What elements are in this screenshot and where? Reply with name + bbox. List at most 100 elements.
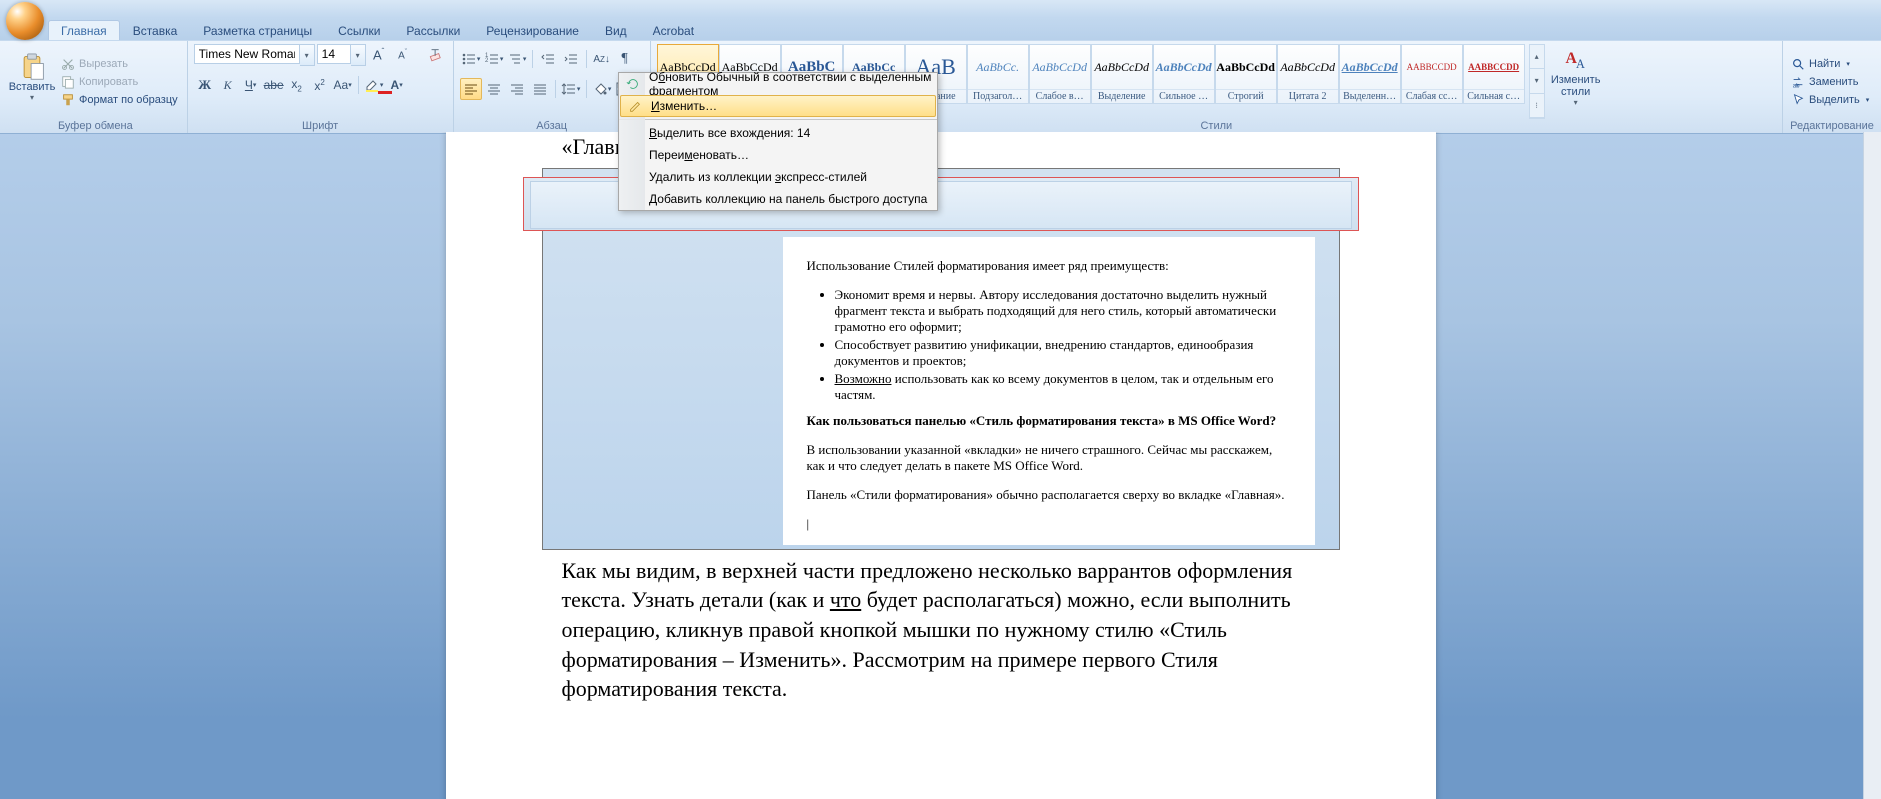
group-editing: Найти▾ ab Заменить Выделить▾ Редактирова… bbox=[1783, 41, 1881, 133]
strike-button[interactable]: abe bbox=[263, 74, 285, 96]
numbering-icon: 12 bbox=[484, 51, 500, 67]
group-label-clipboard: Буфер обмена bbox=[10, 119, 181, 133]
search-icon bbox=[1791, 57, 1805, 71]
cut-button[interactable]: Вырезать bbox=[58, 56, 181, 72]
subscript-button[interactable]: x2 bbox=[286, 74, 308, 96]
copy-icon bbox=[61, 75, 75, 89]
gallery-down-button[interactable]: ▾ bbox=[1530, 69, 1544, 93]
copy-button[interactable]: Копировать bbox=[58, 74, 181, 90]
underline-button[interactable]: Ч▾ bbox=[240, 74, 262, 96]
grow-font-button[interactable]: Aˆ bbox=[368, 44, 390, 66]
office-orb-button[interactable] bbox=[6, 2, 44, 40]
group-clipboard: Вставить ▾ Вырезать Копировать Формат по… bbox=[4, 41, 188, 133]
group-label-paragraph: Абзац bbox=[460, 119, 644, 133]
document-viewport[interactable]: «Главная». Использование Стилей форматир… bbox=[0, 132, 1881, 799]
style-item[interactable]: AaBbCcDdЦитата 2 bbox=[1277, 44, 1339, 104]
ribbon: Вставить ▾ Вырезать Копировать Формат по… bbox=[0, 40, 1881, 134]
gallery-more-button[interactable]: ⁝ bbox=[1530, 94, 1544, 118]
select-button[interactable]: Выделить▾ bbox=[1789, 92, 1871, 108]
paste-label: Вставить bbox=[9, 81, 56, 93]
context-menu-item[interactable]: Выделить все вхождения: 14 bbox=[619, 122, 937, 144]
shading-button[interactable]: ▾ bbox=[591, 78, 613, 100]
ribbon-tabs: ГлавнаяВставкаРазметка страницыСсылкиРас… bbox=[0, 18, 1881, 40]
align-right-button[interactable] bbox=[506, 78, 528, 100]
justify-button[interactable] bbox=[529, 78, 551, 100]
vertical-scrollbar[interactable] bbox=[1863, 132, 1881, 799]
chevron-down-icon[interactable]: ▾ bbox=[351, 44, 366, 66]
font-size-combo[interactable]: ▾ bbox=[317, 44, 366, 66]
eraser-icon bbox=[428, 47, 444, 63]
multilevel-button[interactable]: ▾ bbox=[506, 48, 528, 70]
tab-главная[interactable]: Главная bbox=[48, 20, 120, 40]
style-item[interactable]: AABBCCDDСлабая сс… bbox=[1401, 44, 1463, 104]
tab-ссылки[interactable]: Ссылки bbox=[325, 20, 393, 40]
find-button[interactable]: Найти▾ bbox=[1789, 56, 1871, 72]
chevron-down-icon[interactable]: ▾ bbox=[300, 44, 315, 66]
context-menu-item[interactable]: Обновить Обычный в соответствии с выделе… bbox=[619, 73, 937, 95]
inner-list: Экономит время и нервы. Автору исследова… bbox=[807, 287, 1291, 403]
inner-lead: Использование Стилей форматирования имее… bbox=[807, 258, 1291, 274]
change-case-button[interactable]: Aa▾ bbox=[332, 74, 354, 96]
style-item[interactable]: AaBbCcDdВыделенн… bbox=[1339, 44, 1401, 104]
inner-p1: В использовании указанной «вкладки» не н… bbox=[807, 442, 1291, 474]
align-left-icon bbox=[463, 81, 479, 97]
font-color-button[interactable]: A▾ bbox=[386, 74, 408, 96]
font-family-input[interactable] bbox=[194, 44, 300, 64]
shrink-font-button[interactable]: Aˇ bbox=[392, 44, 414, 66]
style-item[interactable]: AABBCCDDСильная с… bbox=[1463, 44, 1525, 104]
align-center-icon bbox=[486, 81, 502, 97]
title-bar bbox=[0, 0, 1881, 18]
tab-acrobat[interactable]: Acrobat bbox=[640, 20, 707, 40]
context-menu-item[interactable]: Удалить из коллекции экспресс-стилей bbox=[619, 166, 937, 188]
style-item[interactable]: AaBbCcDdСтрогий bbox=[1215, 44, 1277, 104]
highlight-color-button[interactable]: ▾ bbox=[363, 74, 385, 96]
clear-formatting-button[interactable] bbox=[425, 44, 447, 66]
change-styles-button[interactable]: A A Изменить стили ▾ bbox=[1549, 44, 1603, 110]
style-item[interactable]: AaBbCcDdСильное … bbox=[1153, 44, 1215, 104]
style-context-menu[interactable]: Обновить Обычный в соответствии с выделе… bbox=[618, 72, 938, 211]
show-marks-button[interactable]: ¶ bbox=[614, 48, 636, 70]
page: «Главная». Использование Стилей форматир… bbox=[446, 132, 1436, 799]
change-styles-label: Изменить стили bbox=[1549, 75, 1603, 98]
align-left-button[interactable] bbox=[460, 78, 482, 100]
style-item[interactable]: AaBbCcDdСлабое в… bbox=[1029, 44, 1091, 104]
bullets-button[interactable]: ▾ bbox=[460, 48, 482, 70]
embedded-screenshot: Использование Стилей форматирования имее… bbox=[542, 168, 1340, 550]
context-menu-item[interactable]: Изменить… bbox=[620, 95, 936, 117]
tab-рецензирование[interactable]: Рецензирование bbox=[473, 20, 592, 40]
brush-icon bbox=[61, 93, 75, 107]
italic-button[interactable]: К bbox=[217, 74, 239, 96]
sort-button[interactable]: AZ↓ bbox=[591, 48, 613, 70]
paste-button[interactable]: Вставить ▾ bbox=[10, 44, 54, 110]
context-menu-item[interactable]: Переименовать… bbox=[619, 144, 937, 166]
group-label-font: Шрифт bbox=[194, 119, 447, 133]
bold-button[interactable]: Ж bbox=[194, 74, 216, 96]
svg-text:2: 2 bbox=[485, 58, 489, 64]
context-menu-item[interactable]: Добавить коллекцию на панель быстрого до… bbox=[619, 188, 937, 210]
inner-heading: Как пользоваться панелью «Стиль форматир… bbox=[807, 413, 1291, 429]
group-font: ▾ ▾ Aˆ Aˇ Ж К Ч▾ abe x2 x2 A bbox=[188, 41, 454, 133]
font-size-input[interactable] bbox=[317, 44, 351, 64]
tab-разметка страницы[interactable]: Разметка страницы bbox=[190, 20, 325, 40]
font-family-combo[interactable]: ▾ bbox=[194, 44, 315, 66]
gallery-up-button[interactable]: ▴ bbox=[1530, 45, 1544, 69]
superscript-button[interactable]: x2 bbox=[309, 74, 331, 96]
justify-icon bbox=[532, 81, 548, 97]
indent-decrease-button[interactable] bbox=[537, 48, 559, 70]
replace-button[interactable]: ab Заменить bbox=[1789, 74, 1871, 90]
outdent-icon bbox=[540, 51, 556, 67]
align-center-button[interactable] bbox=[483, 78, 505, 100]
change-styles-icon: A A bbox=[1561, 47, 1591, 75]
tab-рассылки[interactable]: Рассылки bbox=[393, 20, 473, 40]
line-spacing-button[interactable]: ▾ bbox=[560, 78, 582, 100]
format-painter-button[interactable]: Формат по образцу bbox=[58, 92, 181, 108]
numbering-button[interactable]: 12▾ bbox=[483, 48, 505, 70]
tab-вид[interactable]: Вид bbox=[592, 20, 640, 40]
indent-icon bbox=[563, 51, 579, 67]
replace-icon: ab bbox=[1791, 75, 1805, 89]
style-item[interactable]: AaBbCcDdВыделение bbox=[1091, 44, 1153, 104]
style-item[interactable]: AaBbCc.Подзагол… bbox=[967, 44, 1029, 104]
tab-вставка[interactable]: Вставка bbox=[120, 20, 191, 40]
gallery-scroll[interactable]: ▴ ▾ ⁝ bbox=[1529, 44, 1545, 119]
indent-increase-button[interactable] bbox=[560, 48, 582, 70]
